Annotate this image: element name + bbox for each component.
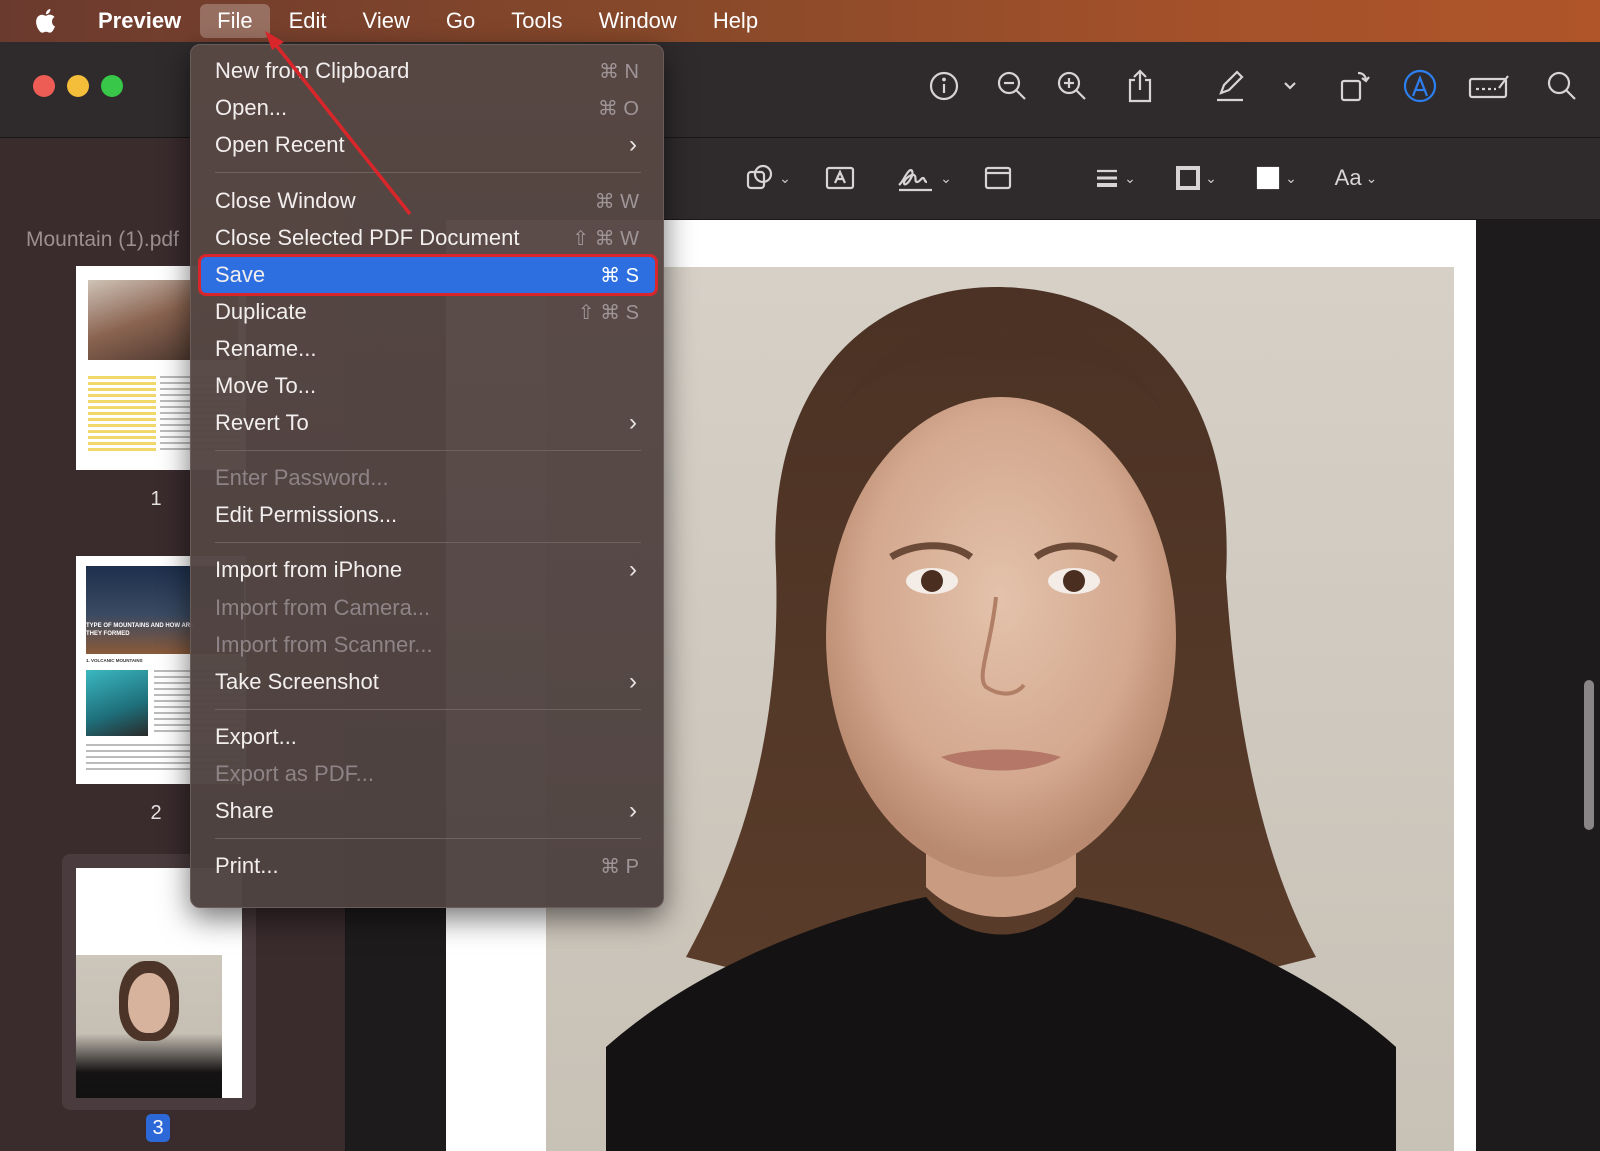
menu-go[interactable]: Go [429,4,492,38]
coast-image [86,670,148,736]
search-icon[interactable] [1544,68,1580,104]
menu-item-import-from-iphone[interactable]: Import from iPhone › [201,552,655,588]
page-heading: TYPE OF MOUNTAINS AND HOW ARE THEY FORME… [86,623,195,637]
vertical-scrollbar[interactable] [1584,680,1594,830]
highlight-options-chevron-icon[interactable] [1280,76,1300,96]
menu-item-close-window[interactable]: Close Window ⌘ W [201,183,655,219]
menu-bar: Preview File Edit View Go Tools Window H… [0,0,1600,42]
minimize-window-button[interactable] [67,75,89,97]
page-layout-icon[interactable] [980,160,1016,196]
zoom-out-icon[interactable] [994,68,1030,104]
menu-separator [215,450,641,451]
rotate-icon[interactable] [1336,66,1372,106]
submenu-chevron-icon: › [629,556,637,583]
menu-item-open[interactable]: Open... ⌘ O [201,90,655,126]
portrait-illustration [606,287,1396,1151]
line-style-icon[interactable]: ⌄ [1088,160,1142,196]
menu-item-export-as-pdf: Export as PDF... [215,761,374,786]
markup-icon[interactable] [1400,66,1440,106]
submenu-chevron-icon: › [629,797,637,824]
menu-view[interactable]: View [346,4,427,38]
highlight-pen-icon[interactable] [1210,66,1250,106]
file-menu-dropdown: New from Clipboard ⌘ N Open... ⌘ O Open Re… [190,44,664,908]
menu-separator [215,542,641,543]
menu-separator [215,838,641,839]
document-title: Mountain (1).pdf [26,228,179,251]
zoom-in-icon[interactable] [1054,68,1090,104]
menu-item-export[interactable]: Export... [201,719,655,755]
menu-item-move-to[interactable]: Move To... [201,368,655,404]
menu-item-duplicate[interactable]: Duplicate ⇧ ⌘ S [201,294,655,330]
menu-item-take-screenshot[interactable]: Take Screenshot › [201,664,655,700]
text-box-icon[interactable] [822,160,858,196]
menu-separator [215,709,641,710]
menu-item-save[interactable]: Save ⌘ S [201,257,655,293]
signature-icon[interactable]: ⌄ [892,160,956,196]
portrait-photo [546,267,1454,1151]
menu-item-open-recent[interactable]: Open Recent › [201,127,655,163]
share-icon[interactable] [1122,66,1158,106]
menu-separator [215,172,641,173]
text-block [88,376,156,454]
menu-help[interactable]: Help [696,4,775,38]
page-number-3-badge: 3 [146,1114,170,1142]
menu-item-import-from-camera: Import from Camera... [215,595,431,620]
text-style-button[interactable]: Aa ⌄ [1328,160,1384,196]
menu-item-enter-password: Enter Password... [215,465,389,490]
zoom-window-button[interactable] [101,75,123,97]
menu-app-preview[interactable]: Preview [88,4,198,38]
page-number-2: 2 [150,802,162,824]
close-window-button[interactable] [33,75,55,97]
submenu-chevron-icon: › [629,409,637,436]
menu-item-import-from-scanner: Import from Scanner... [215,632,433,657]
form-filling-icon[interactable] [1466,68,1512,104]
text-style-label: Aa [1334,165,1362,190]
menu-item-share[interactable]: Share › [201,793,655,829]
menu-item-new-from-clipboard[interactable]: New from Clipboard ⌘ N [201,53,655,89]
apple-icon[interactable] [32,6,62,36]
info-icon[interactable] [926,68,962,104]
menu-edit[interactable]: Edit [272,4,344,38]
menu-item-rename[interactable]: Rename... [201,331,655,367]
menu-item-print[interactable]: Print... ⌘ P [201,848,655,884]
menu-tools[interactable]: Tools [494,4,579,38]
submenu-chevron-icon: › [629,131,637,158]
page-subheading: 1. VOLCANIC MOUNTAINS [86,658,143,663]
page-number-1: 1 [150,488,162,510]
fill-color-icon[interactable]: ⌄ [1248,160,1304,196]
menu-item-revert-to[interactable]: Revert To › [201,405,655,441]
annotation-toolbar: ⌄ ⌄ ⌄ ⌄ ⌄ Aa ⌄ [660,138,1600,220]
menu-item-edit-permissions[interactable]: Edit Permissions... [201,497,655,533]
shapes-icon[interactable]: ⌄ [738,160,798,196]
menu-window[interactable]: Window [582,4,694,38]
border-color-icon[interactable]: ⌄ [1168,160,1224,196]
menu-file[interactable]: File [200,4,270,38]
menu-item-close-selected-pdf[interactable]: Close Selected PDF Document ⇧ ⌘ W [201,220,655,256]
portrait-image [76,955,222,1098]
submenu-chevron-icon: › [629,668,637,695]
